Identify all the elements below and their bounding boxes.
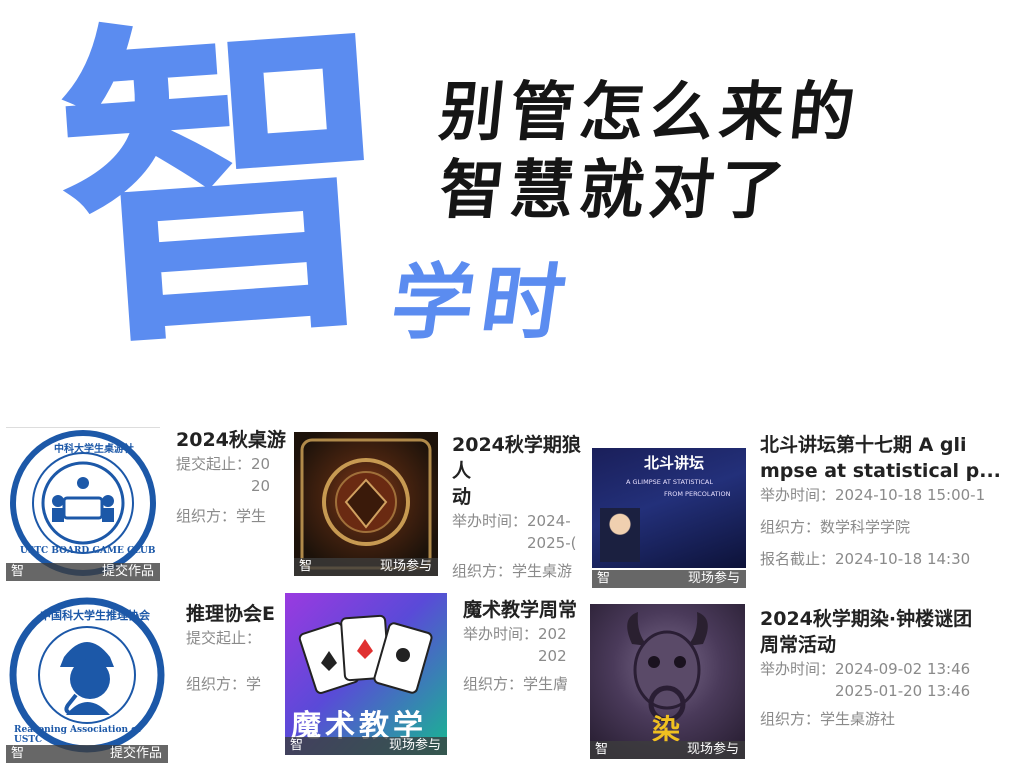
meta-key: 举办时间：: [452, 512, 528, 530]
logo-top-text: 中国科大学生推理协会: [40, 609, 150, 622]
meta-key: 举办时间：: [760, 660, 836, 678]
werewolf-artwork: [300, 438, 432, 570]
meta-key: 组织方：: [760, 710, 821, 728]
meta-value: 学生: [236, 507, 267, 525]
meta-key: 报名截止：: [760, 550, 836, 568]
card-thumbnail: 中国科大学生推理协会 Reasoning Association of USTC…: [6, 597, 168, 763]
banner: 智 别管怎么来的 智慧就对了 学时: [0, 0, 1024, 400]
meta-key: 组织方：: [186, 675, 247, 693]
card-info: 2024秋桌游 提交起止：20 20 组织方：学生: [176, 427, 290, 582]
tag-category: 智: [290, 738, 304, 753]
card-info: 2024秋学期狼人 动 举办时间：2024- 2025-( 组织方：学生桌游: [452, 432, 582, 578]
tag-participation: 提交作品: [101, 564, 154, 579]
meta-value: 20: [251, 477, 271, 495]
card-thumbnail: 中科大学生桌游社 USTC BOARD GAME CLUB 智 提交作品: [6, 427, 160, 581]
meta-value: 学生膚: [523, 675, 569, 693]
tag-category: 智: [595, 742, 609, 757]
logo-top-text: 中科大学生桌游社: [54, 444, 134, 455]
thumbnail-tag-bar: 智 现场参与: [285, 737, 447, 755]
banner-slogan-line1: 别管怎么来的: [436, 75, 864, 150]
tag-participation: 现场参与: [379, 559, 432, 574]
tag-participation: 提交作品: [109, 746, 162, 761]
card-info: 北斗讲坛第十七期 A gli mpse at statistical p... …: [760, 432, 1024, 588]
meta-key: 举办时间：: [760, 486, 836, 504]
thumbnail-tag-bar: 智 现场参与: [294, 558, 438, 576]
logo-bottom-text: Reasoning Association of USTC: [14, 725, 142, 745]
card-title-line2: mpse at statistical p...: [760, 460, 1001, 482]
card-title: 魔术教学周常: [463, 599, 578, 621]
card-title-line2: 动: [452, 486, 472, 508]
meta-value: 2024-09-02 13:46: [835, 660, 971, 678]
card-title: 北斗讲坛第十七期 A gli: [760, 434, 967, 456]
tag-participation: 现场参与: [686, 742, 739, 757]
banner-sub-text: 学时: [385, 255, 579, 351]
meta-value: 202: [538, 647, 567, 665]
meta-key: 提交起止：: [186, 629, 262, 647]
tag-category: 智: [11, 746, 25, 761]
card-title: 推理协会E: [186, 603, 275, 625]
meta-value: 2024-10-18 14:30: [835, 550, 971, 568]
meta-key: 提交起止：: [176, 455, 252, 473]
meta-value: 20: [251, 455, 271, 473]
speaker-photo: [600, 508, 640, 562]
meta-key: 组织方：: [176, 507, 237, 525]
poster-sub2: FROM PERCOLATION: [664, 490, 731, 498]
logo-bottom-text: USTC BOARD GAME CLUB: [20, 546, 156, 556]
thumbnail-tag-bar: 智 现场参与: [590, 741, 745, 759]
tag-participation: 现场参与: [388, 738, 441, 753]
activity-card-reasoning[interactable]: 中国科大学生推理协会 Reasoning Association of USTC…: [0, 595, 290, 765]
card-info: 2024秋学期染·钟楼谜团 周常活动 举办时间：2024-09-02 13:46…: [760, 606, 1014, 762]
card-thumbnail: 北斗讲坛 A GLIMPSE AT STATISTICAL FROM PERCO…: [592, 448, 746, 588]
meta-value: 2025-(: [527, 534, 577, 552]
banner-slogan-line2: 智慧就对了: [436, 153, 794, 228]
meta-key: 举办时间：: [463, 625, 539, 643]
meta-key: 组织方：: [452, 562, 513, 578]
card-title: 2024秋学期狼人: [452, 434, 581, 482]
activity-card-clocktower[interactable]: 染 智 现场参与 2024秋学期染·钟楼谜团 周常活动 举办时间：2024-09…: [590, 600, 1024, 765]
activity-card-magic[interactable]: 魔术教学 智 现场参与 魔术教学周常 举办时间：202 202 组织方：学生膚: [285, 593, 590, 763]
banner-big-char: 智: [46, 0, 401, 393]
meta-value: 2025-01-20 13:46: [835, 682, 971, 700]
meta-key: 组织方：: [760, 518, 821, 536]
lecture-poster: 北斗讲坛 A GLIMPSE AT STATISTICAL FROM PERCO…: [592, 448, 746, 568]
poster-sub: A GLIMPSE AT STATISTICAL: [626, 478, 713, 486]
tag-category: 智: [299, 559, 313, 574]
card-info: 推理协会E 提交起止： 组织方：学: [186, 601, 286, 761]
meta-value: 202: [538, 625, 567, 643]
thumbnail-tag-bar: 智 现场参与: [592, 570, 746, 588]
tag-participation: 现场参与: [687, 571, 740, 586]
meta-key: 组织方：: [463, 675, 524, 693]
card-title: 2024秋学期染·钟楼谜团: [760, 608, 973, 630]
tag-category: 智: [597, 571, 611, 586]
poster-heading: 北斗讲坛: [644, 454, 705, 472]
tag-category: 智: [11, 564, 25, 579]
thumbnail-tag-bar: 智 提交作品: [6, 745, 168, 763]
meta-value: 2024-10-18 15:00-1: [835, 486, 986, 504]
card-info: 魔术教学周常 举办时间：202 202 组织方：学生膚: [463, 597, 583, 757]
card-title-line2: 周常活动: [760, 634, 837, 656]
activity-card-werewolf[interactable]: 智 现场参与 2024秋学期狼人 动 举办时间：2024- 2025-( 组织方：…: [292, 430, 590, 580]
meta-value: 数学科学学院: [820, 518, 911, 536]
card-thumbnail: 魔术教学 智 现场参与: [285, 593, 447, 755]
meta-value: 学生桌游: [512, 562, 573, 578]
meta-value: 2024-: [527, 512, 571, 530]
meta-value: 学生桌游社: [820, 710, 896, 728]
meta-value: 学: [246, 675, 262, 693]
card-title: 2024秋桌游: [176, 429, 286, 451]
card-thumbnail: 染 智 现场参与: [590, 604, 745, 759]
activity-card-beidou-lecture[interactable]: 北斗讲坛 A GLIMPSE AT STATISTICAL FROM PERCO…: [590, 430, 1024, 590]
card-thumbnail: 智 现场参与: [294, 432, 438, 576]
thumbnail-tag-bar: 智 提交作品: [6, 563, 160, 581]
activity-card-boardgame[interactable]: 中科大学生桌游社 USTC BOARD GAME CLUB 智 提交作品 202…: [0, 425, 290, 585]
